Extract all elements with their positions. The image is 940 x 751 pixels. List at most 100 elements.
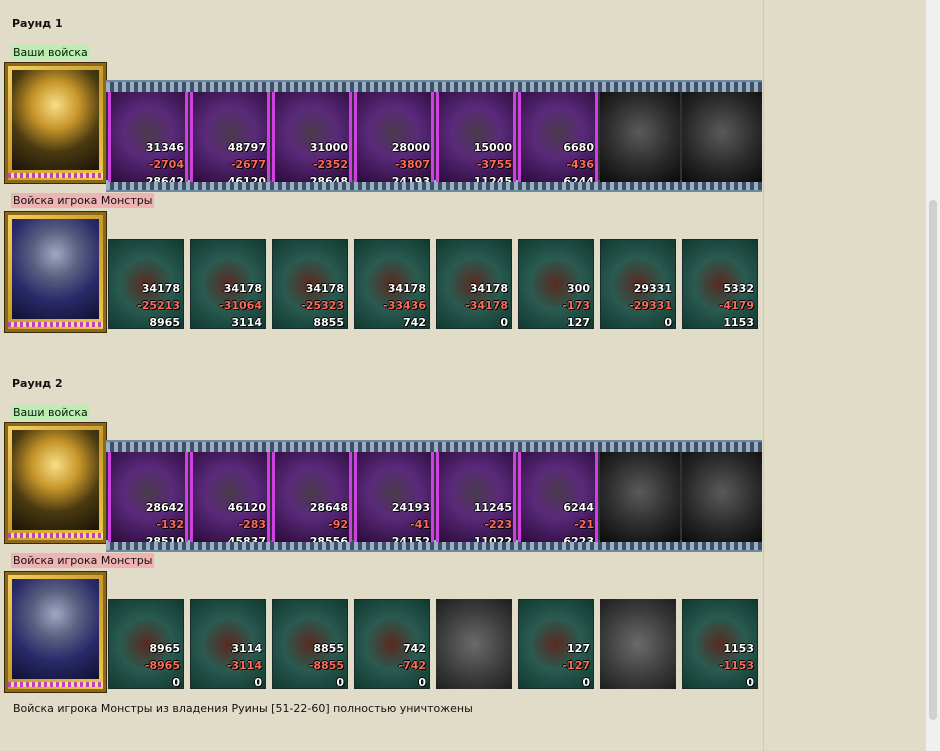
enemy-unit-slot[interactable]: 34178 -33436 742: [354, 239, 430, 329]
unit-loss: -283: [238, 518, 266, 531]
unit-count: 34178: [469, 282, 508, 295]
your-unit-slot[interactable]: 24193 -41 24152: [354, 452, 434, 542]
enemy-unit-slot[interactable]: 34178 -25323 8855: [272, 239, 348, 329]
unit-remaining: 0: [500, 316, 508, 329]
your-unit-slot[interactable]: 48797 -2677 46120: [190, 92, 270, 182]
your-unit-slot[interactable]: 46120 -283 45837: [190, 452, 270, 542]
unit-loss: -92: [328, 518, 348, 531]
your-unit-slot[interactable]: 15000 -3755 11245: [436, 92, 516, 182]
unit-count: 24193: [391, 501, 430, 514]
unit-remaining: 0: [254, 676, 262, 689]
your-troops-label: Ваши войска: [11, 45, 90, 60]
your-unit-slot[interactable]: 31000 -2352 28648: [272, 92, 352, 182]
unit-remaining: 0: [172, 676, 180, 689]
unit-remaining: 742: [403, 316, 426, 329]
your-unit-slot[interactable]: 28000 -3807 24193: [354, 92, 434, 182]
empty-slot-icon: [436, 599, 512, 689]
unit-remaining: 1153: [723, 316, 754, 329]
content-divider: [763, 0, 764, 751]
enemy-troops-label: Войска игрока Монстры: [11, 193, 155, 208]
unit-remaining: 45837: [227, 535, 266, 543]
unit-count: 31000: [309, 141, 348, 154]
unit-remaining: 28510: [145, 535, 184, 543]
your-hero-avatar[interactable]: [4, 422, 107, 544]
enemy-hero-avatar[interactable]: [4, 211, 107, 333]
your-unit-slot[interactable]: 31346 -2704 28642: [108, 92, 188, 182]
unit-loss: -173: [562, 299, 590, 312]
enemy-unit-slot[interactable]: 1153 -1153 0: [682, 599, 758, 689]
unit-loss: -742: [398, 659, 426, 672]
enemy-unit-slot[interactable]: 5332 -4179 1153: [682, 239, 758, 329]
unit-remaining: 0: [418, 676, 426, 689]
your-unit-slot[interactable]: 11245 -223 11022: [436, 452, 516, 542]
your-unit-slot[interactable]: 28648 -92 28556: [272, 452, 352, 542]
unit-remaining: 0: [664, 316, 672, 329]
unit-remaining: 11022: [473, 535, 512, 543]
your-unit-slot[interactable]: [682, 452, 762, 542]
unit-count: 34178: [223, 282, 262, 295]
werebeast-icon: [12, 219, 99, 319]
your-unit-slot[interactable]: 28642 -132 28510: [108, 452, 188, 542]
unit-loss: -3807: [394, 158, 430, 171]
unit-remaining: 28556: [309, 535, 348, 543]
unit-count: 127: [567, 642, 590, 655]
unit-count: 28000: [391, 141, 430, 154]
unit-count: 5332: [723, 282, 754, 295]
enemy-hero-avatar[interactable]: [4, 571, 107, 693]
unit-remaining: 6223: [563, 535, 594, 543]
unit-loss: -41: [410, 518, 430, 531]
enemy-unit-slot[interactable]: 29331 -29331 0: [600, 239, 676, 329]
your-unit-slot[interactable]: [600, 92, 680, 182]
unit-loss: -3114: [226, 659, 262, 672]
unit-count: 15000: [473, 141, 512, 154]
enemy-unit-slot[interactable]: [600, 599, 676, 689]
your-unit-slot[interactable]: 6244 -21 6223: [518, 452, 598, 542]
your-unit-slot[interactable]: [682, 92, 762, 182]
gold-knight-icon: [12, 430, 99, 530]
enemy-unit-slot[interactable]: 8855 -8855 0: [272, 599, 348, 689]
enemy-unit-slot[interactable]: 34178 -31064 3114: [190, 239, 266, 329]
unit-count: 6244: [563, 501, 594, 514]
unit-remaining: 0: [582, 676, 590, 689]
unit-remaining: 6244: [563, 175, 594, 183]
enemy-unit-slot[interactable]: 300 -173 127: [518, 239, 594, 329]
page-scrollbar[interactable]: [926, 0, 940, 751]
enemy-unit-slot[interactable]: [436, 599, 512, 689]
unit-loss: -8855: [308, 659, 344, 672]
unit-count: 300: [567, 282, 590, 295]
unit-remaining: 28648: [309, 175, 348, 183]
unit-count: 34178: [305, 282, 344, 295]
battle-result-text: Войска игрока Монстры из владения Руины …: [13, 702, 473, 715]
unit-remaining: 3114: [231, 316, 262, 329]
unit-loss: -33436: [383, 299, 426, 312]
reaper-icon: [600, 452, 680, 542]
your-unit-slot[interactable]: 6680 -436 6244: [518, 92, 598, 182]
enemy-unit-slot[interactable]: 8965 -8965 0: [108, 599, 184, 689]
battle-log: Раунд 1 Ваши войска 31346 -2704 28642 48797…: [0, 0, 764, 751]
enemy-unit-slot[interactable]: 3114 -3114 0: [190, 599, 266, 689]
your-unit-slot[interactable]: [600, 452, 680, 542]
unit-count: 8965: [149, 642, 180, 655]
unit-loss: -223: [484, 518, 512, 531]
unit-loss: -4179: [718, 299, 754, 312]
unit-loss: -1153: [718, 659, 754, 672]
unit-count: 6680: [563, 141, 594, 154]
wraith-icon: [682, 92, 762, 182]
unit-loss: -25323: [301, 299, 344, 312]
your-hero-avatar[interactable]: [4, 62, 107, 184]
unit-count: 8855: [313, 642, 344, 655]
unit-count: 34178: [141, 282, 180, 295]
scrollbar-thumb[interactable]: [929, 200, 937, 720]
unit-count: 48797: [227, 141, 266, 154]
unit-remaining: 11245: [473, 175, 512, 183]
unit-loss: -29331: [629, 299, 672, 312]
enemy-unit-slot[interactable]: 742 -742 0: [354, 599, 430, 689]
enemy-troops-label: Войска игрока Монстры: [11, 553, 155, 568]
unit-loss: -21: [574, 518, 594, 531]
unit-remaining: 8965: [149, 316, 180, 329]
enemy-unit-slot[interactable]: 34178 -25213 8965: [108, 239, 184, 329]
enemy-unit-slot[interactable]: 127 -127 0: [518, 599, 594, 689]
unit-count: 31346: [145, 141, 184, 154]
unit-loss: -127: [562, 659, 590, 672]
enemy-unit-slot[interactable]: 34178 -34178 0: [436, 239, 512, 329]
